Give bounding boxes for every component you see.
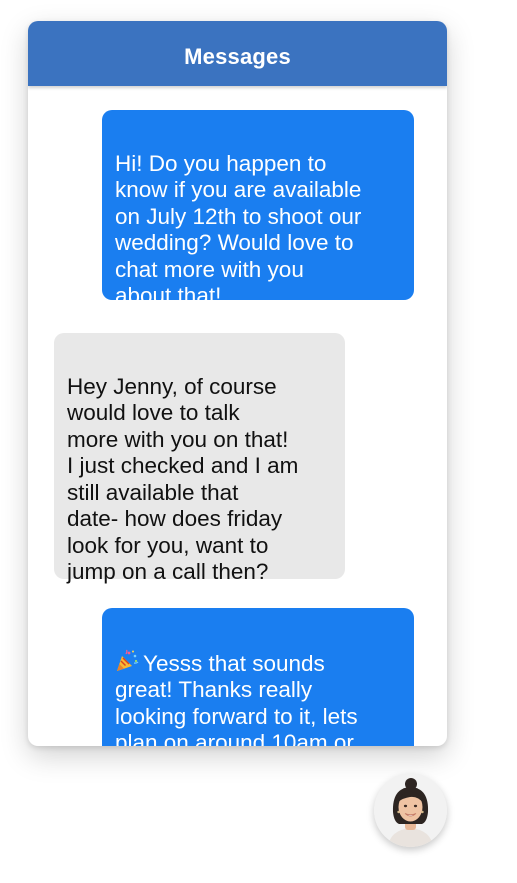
outgoing-message[interactable]: Yesss that sounds great! Thanks really l… xyxy=(102,608,414,746)
message-thread[interactable]: Hi! Do you happen to know if you are ava… xyxy=(28,86,447,746)
message-text: Hey Jenny, of course would love to talk … xyxy=(67,373,299,585)
party-popper-icon xyxy=(117,649,139,671)
stage: Messages Hi! Do you happen to know if yo… xyxy=(0,0,517,883)
user-avatar[interactable] xyxy=(374,774,447,847)
message-text: Yesss that sounds great! Thanks really l… xyxy=(115,650,358,747)
messages-window: Messages Hi! Do you happen to know if yo… xyxy=(28,21,447,746)
message-text: Hi! Do you happen to know if you are ava… xyxy=(115,150,362,309)
avatar-photo-icon xyxy=(374,774,447,847)
header-title: Messages xyxy=(184,43,291,69)
outgoing-message[interactable]: Hi! Do you happen to know if you are ava… xyxy=(102,110,414,308)
messages-header: Messages xyxy=(28,21,447,86)
incoming-message[interactable]: Hey Jenny, of course would love to talk … xyxy=(54,333,345,584)
